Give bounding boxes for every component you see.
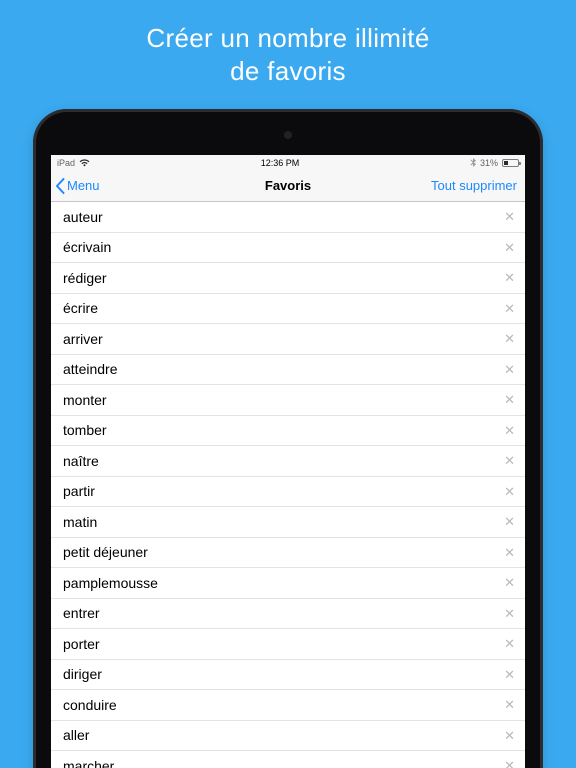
close-icon: ✕: [504, 392, 515, 407]
list-item-label: rédiger: [63, 270, 107, 286]
list-item-label: pamplemousse: [63, 575, 158, 591]
close-icon: ✕: [504, 331, 515, 346]
list-item[interactable]: matin ✕: [51, 507, 525, 538]
list-item[interactable]: tomber ✕: [51, 416, 525, 447]
delete-item-button[interactable]: ✕: [504, 668, 515, 681]
battery-icon: [502, 159, 519, 167]
list-item[interactable]: entrer ✕: [51, 599, 525, 630]
close-icon: ✕: [504, 575, 515, 590]
close-icon: ✕: [504, 453, 515, 468]
close-icon: ✕: [504, 301, 515, 316]
close-icon: ✕: [504, 362, 515, 377]
wifi-icon: [79, 159, 90, 167]
list-item-label: naître: [63, 453, 99, 469]
list-item[interactable]: conduire ✕: [51, 690, 525, 721]
list-item[interactable]: diriger ✕: [51, 660, 525, 691]
list-item-label: atteindre: [63, 361, 117, 377]
close-icon: ✕: [504, 270, 515, 285]
list-item[interactable]: petit déjeuner ✕: [51, 538, 525, 569]
close-icon: ✕: [504, 758, 515, 768]
ipad-screen: iPad 12:36 PM 31%: [51, 155, 525, 768]
status-left: iPad: [57, 158, 90, 168]
delete-item-button[interactable]: ✕: [504, 485, 515, 498]
close-icon: ✕: [504, 728, 515, 743]
list-item-label: entrer: [63, 605, 100, 621]
delete-item-button[interactable]: ✕: [504, 546, 515, 559]
close-icon: ✕: [504, 636, 515, 651]
delete-item-button[interactable]: ✕: [504, 424, 515, 437]
list-item[interactable]: arriver ✕: [51, 324, 525, 355]
promo-headline: Créer un nombre illimité de favoris: [146, 22, 429, 87]
delete-item-button[interactable]: ✕: [504, 241, 515, 254]
list-item-label: petit déjeuner: [63, 544, 148, 560]
promo-container: Créer un nombre illimité de favoris iPad…: [0, 0, 576, 768]
list-item[interactable]: pamplemousse ✕: [51, 568, 525, 599]
delete-item-button[interactable]: ✕: [504, 576, 515, 589]
close-icon: ✕: [504, 514, 515, 529]
delete-item-button[interactable]: ✕: [504, 454, 515, 467]
list-item-label: auteur: [63, 209, 103, 225]
list-item[interactable]: monter ✕: [51, 385, 525, 416]
delete-item-button[interactable]: ✕: [504, 698, 515, 711]
status-bar: iPad 12:36 PM 31%: [51, 155, 525, 170]
list-item-label: écrivain: [63, 239, 111, 255]
delete-item-button[interactable]: ✕: [504, 302, 515, 315]
list-item-label: matin: [63, 514, 97, 530]
list-item-label: écrire: [63, 300, 98, 316]
battery-percent-label: 31%: [480, 158, 498, 168]
list-item[interactable]: atteindre ✕: [51, 355, 525, 386]
status-right: 31%: [470, 158, 519, 168]
favorites-list[interactable]: auteur✕écrivain✕rédiger✕écrire✕arriver✕a…: [51, 202, 525, 768]
close-icon: ✕: [504, 484, 515, 499]
list-item[interactable]: aller ✕: [51, 721, 525, 752]
headline-line-1: Créer un nombre illimité: [146, 22, 429, 55]
list-item[interactable]: partir ✕: [51, 477, 525, 508]
list-item-label: partir: [63, 483, 95, 499]
list-item[interactable]: écrivain ✕: [51, 233, 525, 264]
back-button[interactable]: Menu: [55, 178, 100, 194]
delete-item-button[interactable]: ✕: [504, 607, 515, 620]
delete-item-button[interactable]: ✕: [504, 759, 515, 768]
list-item-label: aller: [63, 727, 89, 743]
bluetooth-icon: [470, 158, 476, 167]
delete-all-button[interactable]: Tout supprimer: [431, 178, 517, 193]
list-item-label: arriver: [63, 331, 103, 347]
delete-item-button[interactable]: ✕: [504, 515, 515, 528]
close-icon: ✕: [504, 545, 515, 560]
close-icon: ✕: [504, 606, 515, 621]
list-item-label: conduire: [63, 697, 117, 713]
list-item[interactable]: écrire ✕: [51, 294, 525, 325]
delete-item-button[interactable]: ✕: [504, 210, 515, 223]
list-item-label: monter: [63, 392, 107, 408]
status-time: 12:36 PM: [261, 158, 300, 168]
list-item[interactable]: auteur ✕: [51, 202, 525, 233]
list-item[interactable]: porter ✕: [51, 629, 525, 660]
close-icon: ✕: [504, 423, 515, 438]
list-item-label: porter: [63, 636, 100, 652]
battery-fill: [504, 161, 508, 165]
nav-bar: Menu Favoris Tout supprimer: [51, 170, 525, 202]
headline-line-2: de favoris: [146, 55, 429, 88]
ipad-device-frame: iPad 12:36 PM 31%: [33, 109, 543, 768]
delete-item-button[interactable]: ✕: [504, 729, 515, 742]
list-item[interactable]: rédiger ✕: [51, 263, 525, 294]
delete-item-button[interactable]: ✕: [504, 637, 515, 650]
delete-item-button[interactable]: ✕: [504, 363, 515, 376]
chevron-left-icon: [55, 178, 65, 194]
list-item-label: marcher: [63, 758, 114, 768]
list-item[interactable]: naître ✕: [51, 446, 525, 477]
back-label: Menu: [67, 178, 100, 193]
list-item-label: tomber: [63, 422, 107, 438]
close-icon: ✕: [504, 697, 515, 712]
close-icon: ✕: [504, 240, 515, 255]
delete-item-button[interactable]: ✕: [504, 271, 515, 284]
device-name-label: iPad: [57, 158, 75, 168]
delete-item-button[interactable]: ✕: [504, 332, 515, 345]
close-icon: ✕: [504, 667, 515, 682]
delete-item-button[interactable]: ✕: [504, 393, 515, 406]
close-icon: ✕: [504, 209, 515, 224]
list-item-label: diriger: [63, 666, 102, 682]
list-item[interactable]: marcher ✕: [51, 751, 525, 768]
